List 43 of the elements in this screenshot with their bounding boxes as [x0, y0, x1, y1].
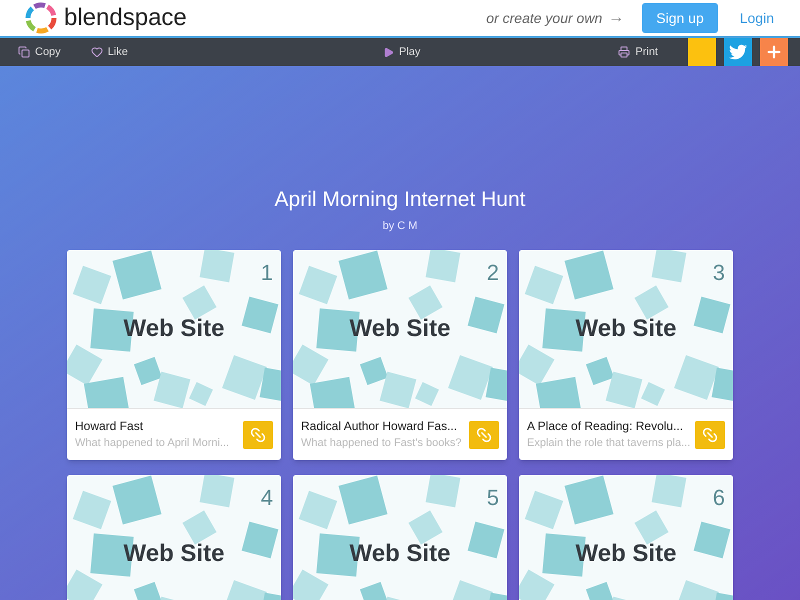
- thumbnail-label: Web Site: [576, 539, 676, 569]
- play-icon: [383, 46, 394, 58]
- card-number: 5: [486, 484, 499, 512]
- thumbnail-label: Web Site: [350, 314, 450, 344]
- twitter-icon: [729, 43, 747, 61]
- card-number: 3: [712, 259, 725, 287]
- plus-icon: [765, 43, 783, 61]
- card-description: What happened to Fast's books?: [301, 436, 462, 452]
- thumbnail-label: Web Site: [124, 314, 224, 344]
- like-button[interactable]: Like: [90, 44, 128, 60]
- logo-icon: [24, 1, 58, 35]
- resource-card[interactable]: Web Site 6: [519, 475, 733, 600]
- lesson-title: April Morning Internet Hunt: [274, 187, 526, 213]
- resource-card[interactable]: Web Site 3 A Place of Reading: Revolu... Explain the role that taverns pla...: [519, 250, 733, 460]
- heart-icon: [90, 46, 103, 58]
- arrow-glyph: →: [608, 8, 624, 28]
- card-title: Radical Author Howard Fas...: [301, 418, 458, 436]
- resource-card[interactable]: Web Site 2 Radical Author Howard Fas... What happened to Fast's books?: [293, 250, 507, 460]
- create-prompt: or create your own: [486, 8, 602, 28]
- logo-wordmark: blendspace: [64, 3, 187, 33]
- card-number: 1: [260, 259, 273, 287]
- copy-icon: [18, 46, 30, 58]
- resource-card[interactable]: Web Site 1 Howard Fast What happened to April Morni...: [67, 250, 281, 460]
- play-button[interactable]: Play: [383, 38, 420, 66]
- lesson-author: by C M: [382, 218, 418, 234]
- printer-icon: [618, 46, 630, 58]
- resource-card[interactable]: Web Site 5: [293, 475, 507, 600]
- link-badge-icon: [469, 420, 499, 448]
- card-number: 6: [712, 484, 725, 512]
- card-title: A Place of Reading: Revolu...: [527, 418, 684, 436]
- card-title: Howard Fast: [75, 418, 144, 436]
- resource-card[interactable]: Web Site 4: [67, 475, 281, 600]
- link-badge-icon: [695, 420, 725, 448]
- card-number: 2: [486, 259, 499, 287]
- thumbnail-label: Web Site: [350, 539, 450, 569]
- print-button[interactable]: Print: [618, 44, 658, 60]
- link-badge-icon: [243, 420, 273, 448]
- copy-button[interactable]: Copy: [18, 44, 61, 60]
- card-number: 4: [260, 484, 273, 512]
- thumbnail-label: Web Site: [576, 314, 676, 344]
- card-description: Explain the role that taverns pla...: [527, 436, 691, 452]
- card-description: What happened to April Morni...: [75, 436, 230, 452]
- thumbnail-label: Web Site: [124, 539, 224, 569]
